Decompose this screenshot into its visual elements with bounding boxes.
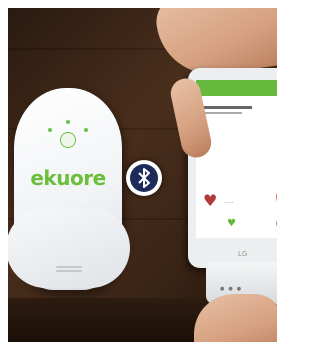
app-header-bar	[196, 80, 277, 96]
led-indicator	[84, 128, 88, 132]
photo-scene: ekuore ♥ ····· ♥ LG ●●●	[8, 8, 277, 342]
power-button-icon	[60, 132, 76, 148]
device-body-lower	[8, 208, 130, 288]
app-text-line	[202, 112, 242, 114]
device-brand-label: ekuore	[30, 166, 106, 190]
accessory-indicators: ●●●	[220, 286, 246, 292]
speaker-grille	[56, 266, 82, 276]
bluetooth-icon	[126, 160, 162, 196]
phone-brand-logo: LG	[238, 250, 248, 258]
app-caption: ·····	[224, 200, 234, 207]
heart-icon: ♥	[203, 191, 218, 210]
led-indicator	[48, 128, 52, 132]
stethoscope-device: ekuore	[8, 88, 130, 290]
play-button-icon	[276, 186, 277, 208]
led-indicator	[66, 120, 70, 124]
info-icon	[276, 218, 277, 229]
phone-screen: ♥ ····· ♥	[196, 80, 277, 238]
heart-icon: ♥	[227, 218, 236, 229]
app-text-line	[202, 106, 252, 109]
photo-frame: ekuore ♥ ····· ♥ LG ●●●	[0, 0, 277, 342]
